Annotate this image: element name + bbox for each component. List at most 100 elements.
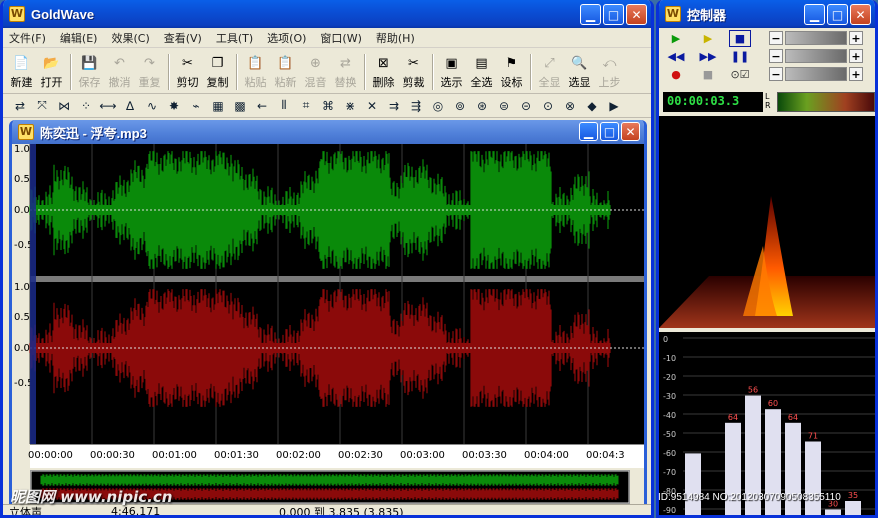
doc-close-button[interactable]: ✕ — [621, 122, 640, 141]
effect-tool-icon-8[interactable]: ⌁ — [185, 96, 207, 116]
menu-effects[interactable]: 效果(C) — [111, 30, 149, 46]
effect-tool-icon-10[interactable]: ▩ — [229, 96, 251, 116]
effect-tool-icon-2[interactable]: ⋈ — [53, 96, 75, 116]
control-properties-button[interactable]: ⊙☑ — [729, 66, 751, 83]
doc-minimize-button[interactable]: ▁ — [579, 122, 598, 141]
speed-minus-button[interactable]: − — [769, 67, 783, 81]
balance-minus-button[interactable]: − — [769, 49, 783, 63]
effect-tool-icon-17[interactable]: ⇉ — [383, 96, 405, 116]
toolbar-button-10[interactable]: ⇄ 替换 — [331, 50, 360, 90]
toolbar-button-12[interactable]: ✂ 剪裁 — [399, 50, 428, 90]
effect-tool-icon-16[interactable]: ✕ — [361, 96, 383, 116]
playback-cursor[interactable] — [30, 144, 36, 444]
record-button[interactable]: ● — [665, 66, 687, 83]
amplitude-label: 1.0 — [14, 282, 30, 293]
menu-help[interactable]: 帮助(H) — [376, 30, 415, 46]
stop-button[interactable]: ■ — [729, 30, 751, 47]
volume-minus-button[interactable]: − — [769, 31, 783, 45]
speed-plus-button[interactable]: + — [849, 67, 863, 81]
toolbar-button-8[interactable]: 📋 粘新 — [271, 50, 300, 90]
timeline-ruler[interactable]: 00:00:00 00:00:30 00:01:00 00:01:30 00:02:00… — [28, 444, 644, 468]
effect-tool-icon-15[interactable]: ⋇ — [339, 96, 361, 116]
effect-tool-icon-21[interactable]: ⊛ — [471, 96, 493, 116]
timeline-label: 00:01:30 — [214, 450, 259, 461]
spectrum-axis-label: -50 — [663, 430, 676, 439]
toolbar-button-7[interactable]: 📋 粘贴 — [241, 50, 270, 90]
toolbar-button-6[interactable]: ❐ 复制 — [203, 50, 232, 90]
toolbar-button-15[interactable]: ⚑ 设标 — [497, 50, 526, 90]
effect-tool-icon-22[interactable]: ⊜ — [493, 96, 515, 116]
menu-options[interactable]: 选项(O) — [267, 30, 306, 46]
effect-tool-icon-25[interactable]: ⊗ — [559, 96, 581, 116]
volume-plus-button[interactable]: + — [849, 31, 863, 45]
effect-tool-icon-5[interactable]: ∆ — [119, 96, 141, 116]
toolbar-button-5[interactable]: ✂ 剪切 — [173, 50, 202, 90]
effect-tool-icon-23[interactable]: ⊝ — [515, 96, 537, 116]
toolbar-button-9[interactable]: ⊕ 混音 — [301, 50, 330, 90]
waveform-display[interactable]: 1.00.50.0-0.51.00.50.0-0.5 — [12, 144, 644, 444]
effect-tool-icon-1[interactable]: ⤧ — [31, 96, 53, 116]
menu-view[interactable]: 查看(V) — [164, 30, 202, 46]
toolbar-button-3[interactable]: ↶ 撤消 — [105, 50, 134, 90]
record-stop-button[interactable]: ■ — [697, 66, 719, 83]
effect-tool-icon-13[interactable]: ⌗ — [295, 96, 317, 116]
toolbar-button-14[interactable]: ▤ 全选 — [467, 50, 496, 90]
effect-tool-icon-19[interactable]: ◎ — [427, 96, 449, 116]
effect-tool-icon-9[interactable]: ▦ — [207, 96, 229, 116]
fast-forward-button[interactable]: ▶▶ — [697, 48, 719, 65]
maximize-button[interactable]: □ — [603, 4, 624, 25]
control-close-button[interactable]: ✕ — [850, 4, 871, 25]
control-titlebar[interactable]: W 控制器 ▁ □ ✕ — [659, 0, 875, 28]
effect-tool-icon-27[interactable]: ▶ — [603, 96, 625, 116]
speed-slider[interactable] — [785, 67, 847, 81]
minimize-button[interactable]: ▁ — [580, 4, 601, 25]
menu-window[interactable]: 窗口(W) — [320, 30, 361, 46]
control-minimize-button[interactable]: ▁ — [804, 4, 825, 25]
toolbar-button-16[interactable]: ⤢ 全显 — [535, 50, 564, 90]
spectrum-bar — [825, 509, 841, 515]
waveform-area[interactable]: 1.0 0.5 0.0 -0.5 1.0 0.5 0.0 -0.5 — [12, 144, 644, 444]
spectrum-bar — [785, 422, 801, 515]
toolbar-button-13[interactable]: ▣ 选示 — [437, 50, 466, 90]
effect-tool-icon-4[interactable]: ⟷ — [97, 96, 119, 116]
menu-edit[interactable]: 编辑(E) — [60, 30, 98, 46]
document-titlebar[interactable]: W 陈奕迅 - 浮夸.mp3 ▁ □ ✕ — [12, 120, 644, 144]
toolbar-button-label: 混音 — [304, 76, 327, 89]
toolbar-button-11[interactable]: ⊠ 删除 — [369, 50, 398, 90]
effect-tool-icon-12[interactable]: ⦀ — [273, 96, 295, 116]
effect-tool-icon-20[interactable]: ⊚ — [449, 96, 471, 116]
menu-tools[interactable]: 工具(T) — [216, 30, 253, 46]
toolbar-button-1[interactable]: 📂 打开 — [37, 50, 66, 90]
effect-tool-icon-11[interactable]: ← — [251, 96, 273, 116]
effect-tool-icon-18[interactable]: ⇶ — [405, 96, 427, 116]
play-button[interactable]: ▶ — [665, 30, 687, 47]
effect-tool-icon-14[interactable]: ⌘ — [317, 96, 339, 116]
mix-icon: ⊕ — [310, 55, 321, 71]
close-button[interactable]: ✕ — [626, 4, 647, 25]
main-titlebar[interactable]: W GoldWave ▁ □ ✕ — [3, 0, 651, 28]
toolbar-button-2[interactable]: 💾 保存 — [75, 50, 104, 90]
effect-tool-icon-26[interactable]: ◆ — [581, 96, 603, 116]
spectrum-axis-label: -20 — [663, 373, 676, 382]
pause-button[interactable]: ❚❚ — [729, 48, 751, 65]
effect-tool-icon-0[interactable]: ⇄ — [9, 96, 31, 116]
balance-slider[interactable] — [785, 49, 847, 63]
volume-slider[interactable] — [785, 31, 847, 45]
control-maximize-button[interactable]: □ — [827, 4, 848, 25]
toolbar-button-18[interactable]: ⤺ 上步 — [595, 50, 624, 90]
effect-tool-icon-7[interactable]: ✸ — [163, 96, 185, 116]
spectrogram-display — [659, 116, 875, 328]
effect-tool-icon-3[interactable]: ⁘ — [75, 96, 97, 116]
toolbar-button-17[interactable]: 🔍 选显 — [565, 50, 594, 90]
rewind-button[interactable]: ◀◀ — [665, 48, 687, 65]
toolbar-button-0[interactable]: 📄 新建 — [7, 50, 36, 90]
balance-plus-button[interactable]: + — [849, 49, 863, 63]
effect-tool-icon-6[interactable]: ∿ — [141, 96, 163, 116]
menu-file[interactable]: 文件(F) — [9, 30, 46, 46]
spectrum-axis-label: -70 — [663, 468, 676, 477]
doc-maximize-button[interactable]: □ — [600, 122, 619, 141]
effect-tool-icon-24[interactable]: ⊙ — [537, 96, 559, 116]
play-selection-button[interactable]: ▶ — [697, 30, 719, 47]
toolbar-button-4[interactable]: ↷ 重复 — [135, 50, 164, 90]
spectrum-bar-label: 64 — [728, 413, 738, 422]
